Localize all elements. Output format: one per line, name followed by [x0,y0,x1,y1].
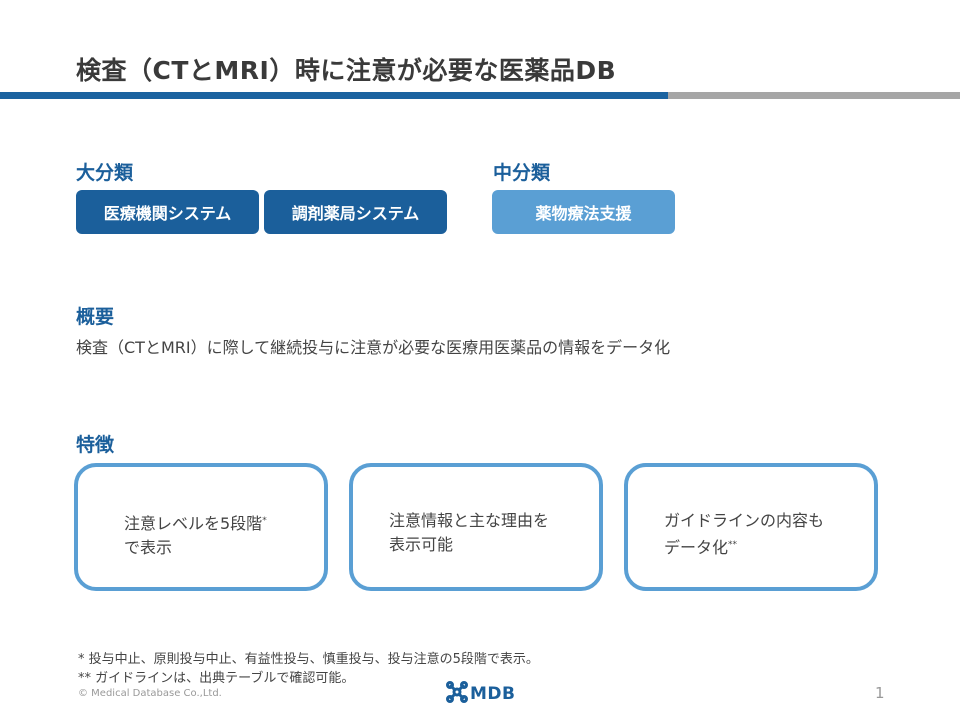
mdb-cross-logo-icon [446,681,468,707]
logo-text: MDB [470,684,516,704]
feature-text: 注意情報と主な理由を 表示可能 [389,511,550,554]
tag-medical-institution-system: 医療機関システム [76,190,259,234]
features-heading: 特徴 [76,434,115,456]
footnote-guidelines: ** ガイドラインは、出典テーブルで確認可能。 [78,671,355,686]
title-underline-gray [668,92,960,99]
tag-pharmacotherapy-support: 薬物療法支援 [492,190,675,234]
mdb-logo: MDB [446,681,516,707]
feature-card-warning-levels: 注意レベルを5段階* で表示 [74,463,328,591]
feature-text: 注意レベルを5段階* で表示 [124,514,267,557]
feature-text: ガイドラインの内容も データ化** [664,511,825,557]
middle-category-heading: 中分類 [493,162,551,184]
footnote-warning-levels: * 投与中止、原則投与中止、有益性投与、慎重投与、投与注意の5段階で表示。 [78,652,539,667]
overview-text: 検査（CTとMRI）に際して継続投与に注意が必要な医療用医薬品の情報をデータ化 [76,338,671,357]
page-number: 1 [875,684,885,702]
copyright: © Medical Database Co.,Ltd. [78,688,222,699]
feature-card-warning-reasons: 注意情報と主な理由を 表示可能 [349,463,603,591]
overview-heading: 概要 [76,306,115,328]
tag-pharmacy-system: 調剤薬局システム [264,190,447,234]
footnote-mark: ** [728,540,738,550]
title-underline-blue [0,92,668,99]
page-title: 検査（CTとMRI）時に注意が必要な医薬品DB [76,56,617,85]
footnote-mark: * [262,516,267,526]
major-category-heading: 大分類 [76,162,134,184]
feature-card-guidelines: ガイドラインの内容も データ化** [624,463,878,591]
